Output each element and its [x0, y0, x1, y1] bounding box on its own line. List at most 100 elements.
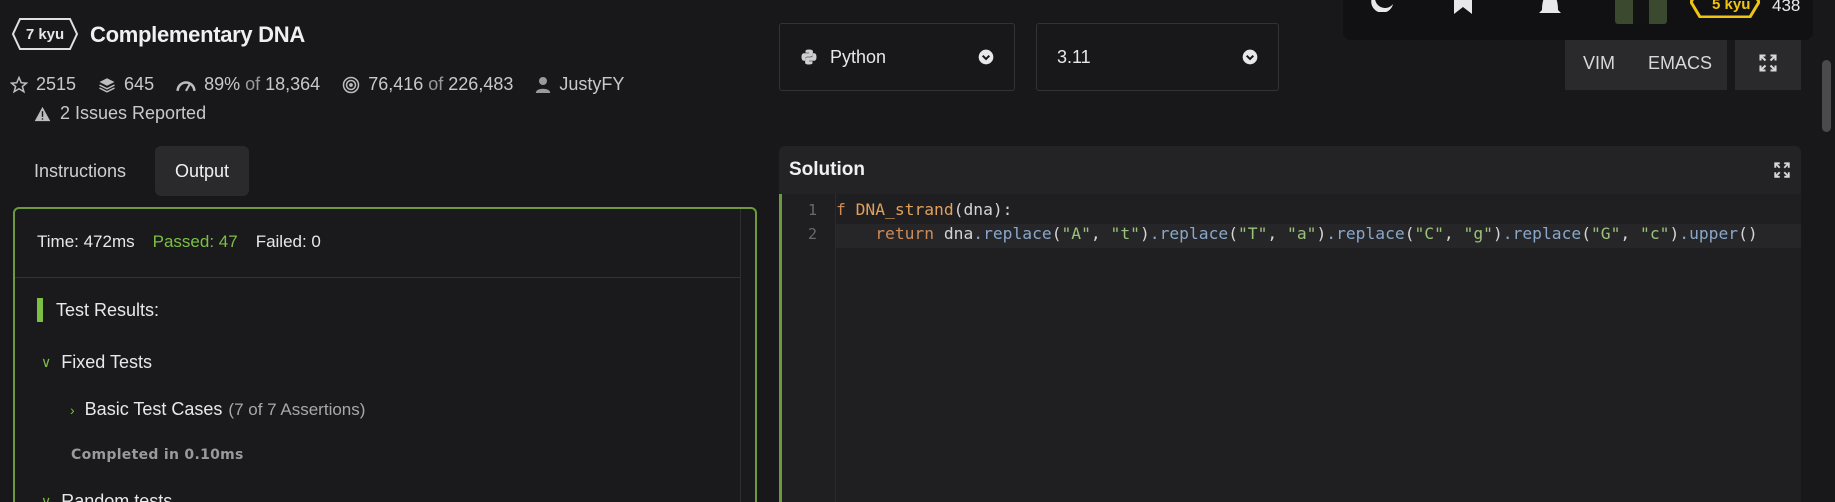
- code-keyword: f: [836, 200, 846, 219]
- code-keyword: return: [875, 224, 935, 243]
- random-tests-group[interactable]: ∨ Random tests: [41, 491, 172, 502]
- version-select[interactable]: 3.11: [1036, 23, 1279, 91]
- layers-icon: [99, 77, 115, 93]
- code-paren: (: [1051, 224, 1062, 243]
- moon-icon[interactable]: [1369, 0, 1395, 12]
- failed-label: Failed: 0: [255, 232, 321, 251]
- tab-output[interactable]: Output: [155, 146, 250, 196]
- code-line-2[interactable]: return dna.replace("A", "t").replace("T"…: [836, 224, 1758, 243]
- code-string: "a": [1287, 224, 1317, 243]
- code-paren: ): [1139, 224, 1150, 243]
- vim-mode-button[interactable]: VIM: [1565, 36, 1633, 90]
- chevron-down-circle-icon: [978, 49, 994, 65]
- avatar[interactable]: [1615, 0, 1667, 24]
- honor-score: 438: [1772, 0, 1801, 15]
- code-string: "T": [1238, 224, 1268, 243]
- code-editor[interactable]: 1 2 f DNA_strand(dna): return dna.replac…: [779, 194, 1801, 502]
- bookmark-icon[interactable]: [1452, 0, 1474, 16]
- satisfaction-percent: 89%: [204, 74, 241, 94]
- code-paren: ): [1316, 224, 1327, 243]
- solution-header: Solution: [779, 146, 1801, 194]
- author-stat[interactable]: JustyFY: [535, 74, 624, 95]
- expand-icon[interactable]: [1773, 161, 1791, 179]
- rating-icon: [176, 80, 196, 91]
- language-value: Python: [830, 46, 887, 67]
- issues-reported[interactable]: 2 Issues Reported: [34, 103, 206, 124]
- code-comma: ,: [1620, 224, 1641, 243]
- collections-stat[interactable]: 645: [98, 74, 154, 95]
- author-link[interactable]: JustyFY: [559, 74, 624, 95]
- line-number: 2: [807, 225, 817, 243]
- user-rank-badge[interactable]: 5 kyu: [1689, 0, 1761, 23]
- completed-time: Completed in 0.10ms: [71, 447, 244, 463]
- line-gutter: 1 2: [782, 194, 836, 502]
- fixed-tests-label: Fixed Tests: [61, 352, 152, 372]
- results-title: Test Results:: [56, 300, 160, 320]
- code-paren: (: [1228, 224, 1238, 243]
- star-icon: [10, 75, 28, 93]
- code-string: "A": [1061, 224, 1091, 243]
- solution-title: Solution: [789, 159, 865, 180]
- completions-of-label: of: [428, 74, 444, 94]
- basic-tests-group[interactable]: › Basic Test Cases (7 of 7 Assertions): [70, 399, 365, 420]
- code-paren: ): [1669, 224, 1680, 243]
- emacs-mode-button[interactable]: EMACS: [1633, 36, 1727, 90]
- satisfaction-stat: 89% of 18,364: [176, 74, 320, 95]
- code-method: .replace: [1326, 224, 1405, 243]
- line-number: 1: [807, 201, 817, 219]
- language-select[interactable]: Python: [779, 23, 1015, 91]
- code-string: "G": [1591, 224, 1621, 243]
- results-marker: [37, 298, 43, 322]
- version-value: 3.11: [1057, 46, 1091, 67]
- fullscreen-button[interactable]: [1735, 36, 1801, 90]
- code-line-1[interactable]: f DNA_strand(dna):: [836, 200, 1012, 219]
- page-scrollbar[interactable]: [1822, 60, 1831, 132]
- code-method: .upper: [1679, 224, 1739, 243]
- code-paren: (: [1581, 224, 1591, 243]
- code-paren: ): [1492, 224, 1503, 243]
- code-paren: (: [1404, 224, 1415, 243]
- code-string: "c": [1640, 224, 1670, 243]
- test-summary: Time: 472ms Passed: 47 Failed: 0: [37, 232, 339, 252]
- satisfaction-of-label: of: [245, 74, 261, 94]
- random-tests-label: Random tests: [61, 491, 173, 502]
- kata-title: Complementary DNA: [90, 22, 305, 47]
- code-method: .replace: [973, 224, 1052, 243]
- completions-count: 76,416: [368, 74, 424, 94]
- kata-rank-label: 7 kyu: [25, 25, 65, 43]
- code-comma: ,: [1443, 224, 1464, 243]
- python-icon: [801, 49, 817, 65]
- user-rank-label: 5 kyu: [1712, 0, 1751, 13]
- passed-label: Passed: 47: [152, 232, 238, 251]
- basic-tests-assertions: (7 of 7 Assertions): [228, 399, 366, 419]
- completions-stat: 76,416 of 226,483: [342, 74, 513, 95]
- issues-label: 2 Issues Reported: [60, 103, 207, 123]
- warning-icon: [34, 106, 51, 121]
- collections-count: 645: [124, 74, 155, 94]
- code-string: "g": [1463, 224, 1493, 243]
- stars-stat[interactable]: 2515: [10, 74, 76, 95]
- chevron-down-icon: ∨: [41, 493, 52, 502]
- code-comma: ,: [1090, 224, 1111, 243]
- code-method: .replace: [1149, 224, 1229, 243]
- code-call: (): [1738, 224, 1758, 243]
- code-function-name: DNA_strand: [855, 200, 954, 219]
- satisfaction-total: 18,364: [265, 74, 321, 94]
- expand-icon: [1759, 54, 1777, 72]
- target-icon: [342, 76, 360, 93]
- user-icon: [536, 76, 551, 93]
- chevron-down-icon: ∨: [41, 354, 52, 370]
- code-method: .replace: [1502, 224, 1582, 243]
- bell-icon[interactable]: [1537, 0, 1563, 16]
- kata-rank-badge: 7 kyu: [12, 18, 78, 50]
- chevron-right-icon: ›: [70, 401, 75, 418]
- fixed-tests-group[interactable]: ∨ Fixed Tests: [41, 352, 152, 373]
- code-string: "t": [1110, 224, 1140, 243]
- completions-total: 226,483: [448, 74, 514, 94]
- tab-instructions[interactable]: Instructions: [14, 146, 146, 196]
- output-panel: Time: 472ms Passed: 47 Failed: 0 Test Re…: [13, 207, 757, 502]
- code-params: (dna):: [953, 200, 1013, 219]
- code-variable: dna: [934, 224, 974, 243]
- chevron-down-circle-icon: [1242, 49, 1258, 65]
- summary-divider: [15, 277, 740, 278]
